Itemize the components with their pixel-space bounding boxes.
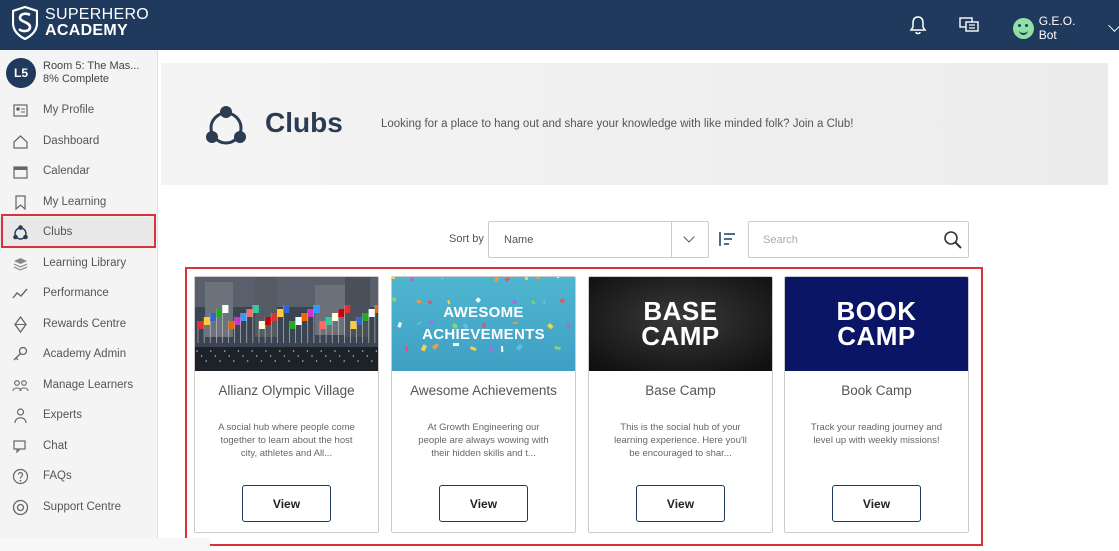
club-title: Allianz Olympic Village: [218, 383, 355, 398]
search-icon[interactable]: [943, 230, 963, 250]
avatar: [1013, 17, 1034, 39]
sidebar-item-label: Academy Admin: [43, 348, 127, 360]
club-banner-text: AWESOME ACHIEVEMENTS: [422, 304, 545, 343]
status-bar: [0, 538, 210, 551]
page-header: Clubs Looking for a place to hang out an…: [161, 63, 1108, 185]
club-title: Awesome Achievements: [410, 383, 557, 398]
bell-icon[interactable]: [907, 14, 929, 36]
sidebar-item-label: FAQs: [43, 470, 72, 482]
search-input[interactable]: [763, 231, 933, 249]
logo-line-1: SUPERHERO: [45, 6, 150, 23]
search-box[interactable]: [748, 221, 969, 258]
sidebar-item-label: Chat: [43, 439, 68, 452]
club-card-allianz-olympic-village[interactable]: Allianz Olympic Village A social hub wher…: [194, 276, 379, 533]
lifebuoy-icon: [12, 499, 29, 515]
sidebar-item-calendar[interactable]: Calendar: [0, 156, 156, 186]
user-menu[interactable]: G.E.O. Bot: [1013, 14, 1119, 42]
sort-value: Name: [504, 234, 534, 246]
club-card-base-camp[interactable]: BASE CAMP Base Camp This is the social hub…: [588, 276, 773, 533]
logo-line-2: ACADEMY: [45, 22, 128, 39]
view-button[interactable]: View: [832, 485, 921, 522]
club-banner-text: BASE CAMP: [641, 296, 720, 351]
sidebar-item-label: My Learning: [43, 195, 107, 208]
calendar-icon: [13, 166, 28, 179]
view-button[interactable]: View: [439, 485, 528, 522]
club-description: A social hub where people come together …: [218, 422, 355, 459]
chart-icon: [12, 288, 28, 299]
sidebar-item-label: Calendar: [43, 165, 90, 177]
messages-icon[interactable]: [958, 14, 980, 36]
user-name: G.E.O. Bot: [1038, 14, 1076, 42]
sidebar-item-learning-library[interactable]: Learning Library: [0, 248, 156, 278]
sidebar-item-label: Dashboard: [43, 134, 100, 147]
books-icon: [13, 257, 28, 271]
club-description: Track your reading journey and level up …: [810, 422, 943, 446]
page-subtitle: Looking for a place to hang out and shar…: [381, 118, 854, 130]
diamond-icon: [14, 315, 27, 333]
sidebar-item-label: Support Centre: [43, 500, 121, 513]
room-progress-text: 8% Complete: [43, 73, 110, 85]
bookmark-icon: [15, 194, 26, 210]
key-icon: [13, 346, 28, 361]
sidebar-item-label: Experts: [43, 409, 82, 421]
club-image: [195, 277, 378, 371]
page-title: Clubs: [265, 107, 343, 138]
sidebar-item-my-learning[interactable]: My Learning: [0, 187, 156, 217]
clubs-highlight-box: [1, 214, 156, 248]
sidebar-item-my-profile[interactable]: My Profile: [0, 95, 156, 125]
chat-icon: [13, 439, 26, 453]
sort-order-icon[interactable]: [717, 230, 737, 248]
sidebar-item-academy-admin[interactable]: Academy Admin: [0, 339, 156, 369]
club-banner-text: BOOK CAMP: [836, 296, 917, 351]
clubs-icon: [206, 106, 246, 145]
sidebar-item-experts[interactable]: Experts: [0, 400, 156, 430]
level-badge: L5: [6, 58, 36, 88]
chevron-down-icon: [1108, 18, 1119, 32]
top-bar: SUPERHERO ACADEMY G.E.O. Bot: [0, 0, 1119, 50]
view-button[interactable]: View: [242, 485, 331, 522]
sidebar-item-faqs[interactable]: FAQs: [0, 461, 156, 491]
sidebar-item-manage-learners[interactable]: Manage Learners: [0, 370, 156, 400]
sidebar-item-label: Manage Learners: [43, 378, 134, 391]
club-card-awesome-achievements[interactable]: AWESOME ACHIEVEMENTS Awesome Achievements…: [391, 276, 576, 533]
academy-logo[interactable]: SUPERHERO ACADEMY: [12, 6, 149, 40]
sidebar-item-support-centre[interactable]: Support Centre: [0, 492, 156, 522]
sidebar-item-performance[interactable]: Performance: [0, 278, 156, 308]
sort-divider: [671, 222, 672, 257]
club-title: Book Camp: [841, 383, 912, 398]
expert-icon: [14, 408, 27, 424]
club-title: Base Camp: [645, 383, 716, 398]
question-icon: [12, 468, 29, 485]
club-card-book-camp[interactable]: BOOK CAMP Book Camp Track your reading jou…: [784, 276, 969, 533]
sidebar-item-label: Rewards Centre: [43, 317, 127, 330]
room-progress[interactable]: L5 Room 5: The Mas... 8% Complete: [6, 58, 139, 88]
sidebar-item-label: Learning Library: [43, 256, 127, 269]
sort-label: Sort by: [449, 233, 484, 245]
sidebar-item-label: My Profile: [43, 104, 95, 116]
sidebar-item-chat[interactable]: Chat: [0, 431, 156, 461]
shield-logo-icon: [12, 6, 38, 40]
home-icon: [13, 134, 28, 149]
club-description: This is the social hub of your learning …: [614, 422, 747, 459]
chevron-down-icon: [683, 231, 695, 243]
profile-icon: [13, 104, 28, 117]
sidebar-item-dashboard[interactable]: Dashboard: [0, 126, 156, 156]
room-title: Room 5: The Mas...: [43, 60, 140, 72]
group-icon: [12, 379, 29, 391]
sidebar-item-rewards-centre[interactable]: Rewards Centre: [0, 309, 156, 339]
club-description: At Growth Engineering our people are alw…: [418, 422, 549, 459]
sort-select[interactable]: Name: [488, 221, 709, 258]
view-button[interactable]: View: [636, 485, 725, 522]
sidebar-item-label: Performance: [43, 287, 109, 299]
